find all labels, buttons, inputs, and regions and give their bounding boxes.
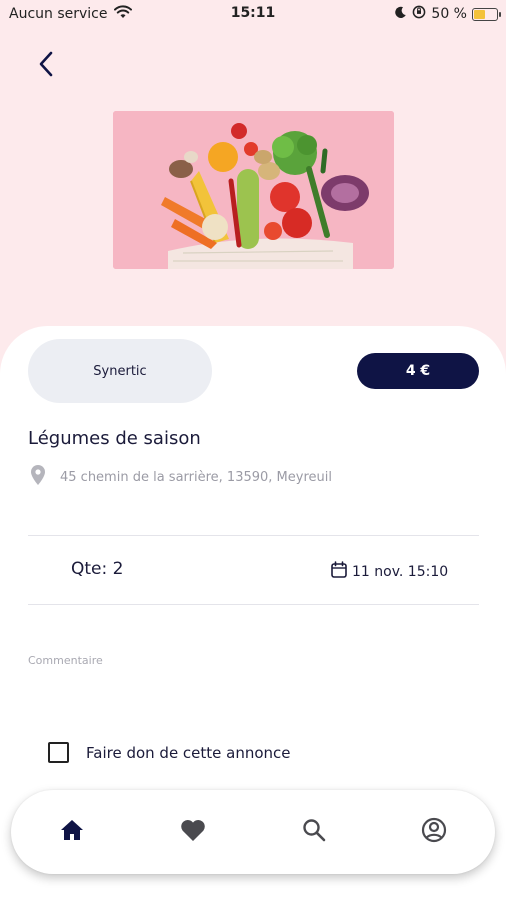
product-image bbox=[113, 111, 394, 269]
nav-home[interactable] bbox=[58, 818, 86, 846]
orientation-lock-icon bbox=[412, 5, 426, 23]
donate-checkbox[interactable] bbox=[48, 742, 69, 763]
moon-icon bbox=[394, 6, 407, 23]
search-icon bbox=[302, 818, 326, 846]
calendar-icon bbox=[331, 561, 347, 582]
price-badge: 4 € bbox=[357, 353, 479, 389]
date-text: 11 nov. 15:10 bbox=[352, 563, 449, 580]
donate-checkbox-row[interactable]: Faire don de cette annonce bbox=[48, 742, 291, 763]
address-row: 45 chemin de la sarrière, 13590, Meyreui… bbox=[30, 465, 332, 489]
address-text: 45 chemin de la sarrière, 13590, Meyreui… bbox=[60, 469, 332, 485]
shop-name-pill[interactable]: Synertic bbox=[28, 339, 212, 403]
divider-bottom bbox=[28, 604, 479, 605]
home-icon bbox=[60, 819, 84, 845]
chevron-left-icon bbox=[36, 50, 56, 82]
battery-icon bbox=[472, 7, 501, 21]
status-bar: Aucun service 15:11 50 % bbox=[0, 0, 506, 28]
date-row: 11 nov. 15:10 bbox=[331, 561, 448, 582]
nav-search[interactable] bbox=[300, 818, 328, 846]
bottom-nav bbox=[11, 790, 495, 874]
account-icon bbox=[421, 817, 447, 847]
quantity-text: Qte: 2 bbox=[71, 559, 124, 579]
nav-account[interactable] bbox=[420, 817, 448, 847]
heart-icon bbox=[180, 819, 206, 846]
nav-favorites[interactable] bbox=[179, 818, 207, 846]
comment-field[interactable]: Commentaire bbox=[28, 654, 103, 667]
divider-top bbox=[28, 535, 479, 536]
donate-label: Faire don de cette annonce bbox=[86, 743, 291, 762]
product-title: Légumes de saison bbox=[28, 428, 201, 449]
location-pin-icon bbox=[30, 465, 46, 489]
price-text: 4 € bbox=[405, 363, 431, 379]
back-button[interactable] bbox=[26, 48, 66, 84]
status-right: 50 % bbox=[394, 5, 501, 23]
battery-percent: 50 % bbox=[431, 6, 467, 22]
shop-name: Synertic bbox=[93, 363, 147, 379]
